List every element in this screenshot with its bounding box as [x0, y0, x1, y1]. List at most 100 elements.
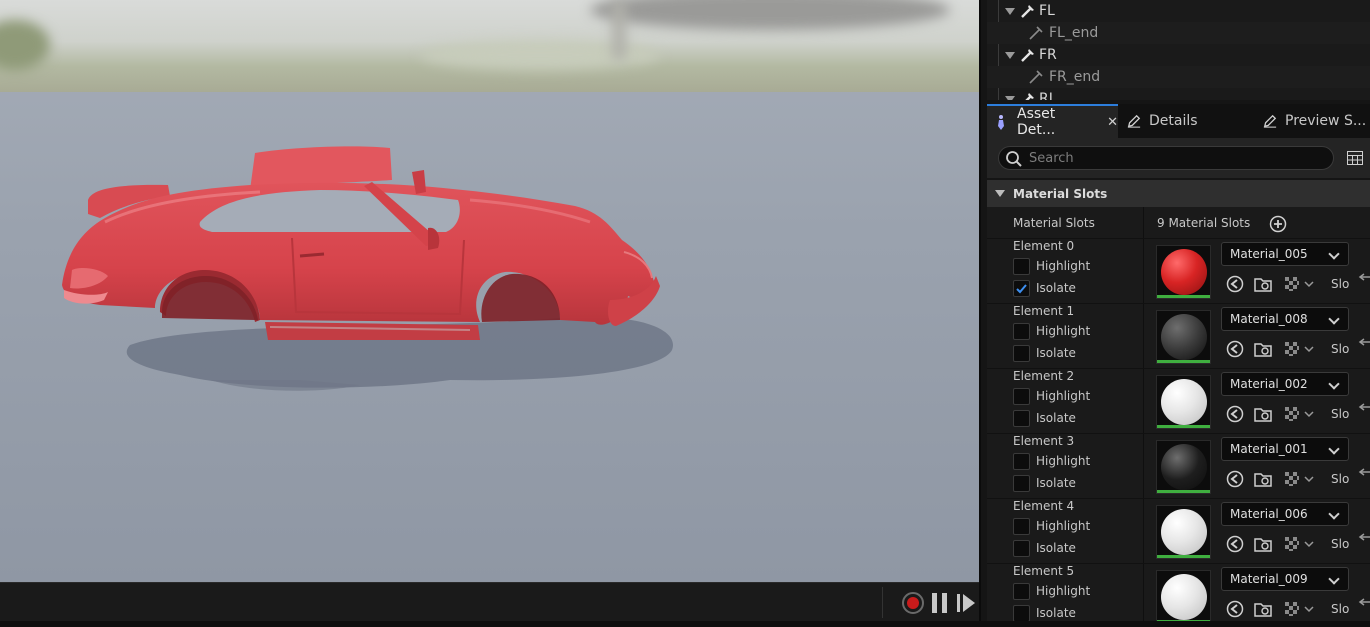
- chevron-down-icon[interactable]: [1304, 604, 1314, 614]
- expand-arrow-icon[interactable]: [1005, 7, 1015, 15]
- isolate-checkbox[interactable]: [1013, 280, 1030, 297]
- material-element-row: Element 4 Highlight Isolate Material_006…: [987, 499, 1370, 564]
- material-combo[interactable]: Material_001: [1221, 437, 1349, 461]
- use-selected-icon[interactable]: [1226, 535, 1244, 553]
- reset-arrow-icon[interactable]: [1358, 594, 1370, 606]
- collapse-arrow-icon[interactable]: [995, 190, 1005, 197]
- browse-folder-icon[interactable]: [1254, 535, 1272, 553]
- tree-row-fl[interactable]: FL: [987, 0, 1370, 22]
- isolate-label: Isolate: [1036, 346, 1076, 360]
- search-row: [987, 138, 1370, 178]
- checkmark-icon: [1016, 284, 1027, 294]
- reset-arrow-icon[interactable]: [1358, 399, 1370, 411]
- slot-name-text: Slo: [1331, 537, 1350, 551]
- reset-arrow-icon[interactable]: [1358, 529, 1370, 541]
- browse-folder-icon[interactable]: [1254, 275, 1272, 293]
- browse-folder-icon[interactable]: [1254, 405, 1272, 423]
- chevron-down-icon[interactable]: [1304, 409, 1314, 419]
- reset-arrow-icon[interactable]: [1358, 334, 1370, 346]
- browse-folder-icon[interactable]: [1254, 340, 1272, 358]
- record-button[interactable]: [902, 592, 924, 614]
- add-slot-icon[interactable]: [1269, 215, 1287, 233]
- tree-row-rl[interactable]: RL: [987, 88, 1370, 100]
- highlight-checkbox[interactable]: [1013, 453, 1030, 470]
- isolate-checkbox[interactable]: [1013, 410, 1030, 427]
- search-box[interactable]: [998, 146, 1334, 170]
- material-element-row: Element 1 Highlight Isolate Material_008…: [987, 304, 1370, 369]
- tree-row-fl-end[interactable]: FL_end: [987, 22, 1370, 44]
- checker-texture-icon[interactable]: [1283, 600, 1301, 618]
- chevron-down-icon[interactable]: [1304, 474, 1314, 484]
- tree-row-fr-end[interactable]: FR_end: [987, 66, 1370, 88]
- chevron-down-icon[interactable]: [1304, 539, 1314, 549]
- material-name: Material_005: [1230, 247, 1308, 261]
- highlight-checkbox[interactable]: [1013, 583, 1030, 600]
- material-thumbnail[interactable]: [1156, 570, 1211, 621]
- tree-row-fr[interactable]: FR: [987, 44, 1370, 66]
- material-combo[interactable]: Material_009: [1221, 567, 1349, 591]
- step-forward-button[interactable]: [956, 593, 976, 613]
- material-slots-list: Material Slots 9 Material Slots Element …: [987, 207, 1370, 621]
- car-body-mesh[interactable]: [0, 0, 979, 582]
- material-combo[interactable]: Material_005: [1221, 242, 1349, 266]
- highlight-checkbox[interactable]: [1013, 518, 1030, 535]
- isolate-checkbox[interactable]: [1013, 345, 1030, 362]
- material-combo[interactable]: Material_006: [1221, 502, 1349, 526]
- checker-texture-icon[interactable]: [1283, 275, 1301, 293]
- material-combo[interactable]: Material_008: [1221, 307, 1349, 331]
- checker-texture-icon[interactable]: [1283, 340, 1301, 358]
- material-element-row: Element 5 Highlight Isolate Material_009…: [987, 564, 1370, 621]
- material-combo[interactable]: Material_002: [1221, 372, 1349, 396]
- tab-label: Preview S...: [1285, 113, 1367, 129]
- pencil-icon: [1263, 114, 1277, 128]
- material-thumbnail[interactable]: [1156, 245, 1211, 299]
- bone-end-icon: [1029, 26, 1043, 40]
- table-view-icon[interactable]: [1347, 151, 1363, 165]
- pause-button[interactable]: [932, 593, 948, 613]
- material-thumbnail[interactable]: [1156, 310, 1211, 364]
- highlight-label: Highlight: [1036, 324, 1091, 338]
- expand-arrow-icon[interactable]: [1005, 51, 1015, 59]
- viewport[interactable]: [0, 0, 979, 582]
- tab-preview-scene[interactable]: Preview S...: [1263, 104, 1366, 138]
- highlight-checkbox[interactable]: [1013, 388, 1030, 405]
- browse-folder-icon[interactable]: [1254, 600, 1272, 618]
- panel-tabs: Asset Det... ✕ Details Preview S...: [987, 104, 1370, 138]
- slot-name-text: Slo: [1331, 472, 1350, 486]
- use-selected-icon[interactable]: [1226, 600, 1244, 618]
- checker-texture-icon[interactable]: [1283, 405, 1301, 423]
- asset-details-icon: [995, 115, 1009, 130]
- search-input[interactable]: [1029, 149, 1319, 167]
- use-selected-icon[interactable]: [1226, 405, 1244, 423]
- chevron-down-icon[interactable]: [1304, 279, 1314, 289]
- tab-asset-details[interactable]: Asset Det... ✕: [987, 104, 1118, 138]
- isolate-checkbox[interactable]: [1013, 540, 1030, 557]
- use-selected-icon[interactable]: [1226, 340, 1244, 358]
- element-label: Element 2: [1013, 369, 1075, 383]
- material-thumbnail[interactable]: [1156, 440, 1211, 494]
- isolate-checkbox[interactable]: [1013, 605, 1030, 621]
- use-selected-icon[interactable]: [1226, 470, 1244, 488]
- highlight-checkbox[interactable]: [1013, 323, 1030, 340]
- checker-texture-icon[interactable]: [1283, 535, 1301, 553]
- reset-arrow-icon[interactable]: [1358, 269, 1370, 281]
- tab-details[interactable]: Details: [1127, 104, 1198, 138]
- highlight-checkbox[interactable]: [1013, 258, 1030, 275]
- isolate-checkbox[interactable]: [1013, 475, 1030, 492]
- highlight-label: Highlight: [1036, 584, 1091, 598]
- isolate-label: Isolate: [1036, 411, 1076, 425]
- isolate-label: Isolate: [1036, 281, 1076, 295]
- reset-arrow-icon[interactable]: [1358, 464, 1370, 476]
- material-thumbnail[interactable]: [1156, 375, 1211, 429]
- close-tab-icon[interactable]: ✕: [1107, 115, 1118, 130]
- chevron-down-icon[interactable]: [1304, 344, 1314, 354]
- browse-folder-icon[interactable]: [1254, 470, 1272, 488]
- checker-texture-icon[interactable]: [1283, 470, 1301, 488]
- expand-arrow-icon[interactable]: [1005, 95, 1015, 100]
- material-slots-label: Material Slots: [1013, 216, 1095, 230]
- material-thumbnail[interactable]: [1156, 505, 1211, 559]
- use-selected-icon[interactable]: [1226, 275, 1244, 293]
- material-name: Material_001: [1230, 442, 1308, 456]
- highlight-label: Highlight: [1036, 519, 1091, 533]
- section-header-material-slots[interactable]: Material Slots: [987, 180, 1370, 207]
